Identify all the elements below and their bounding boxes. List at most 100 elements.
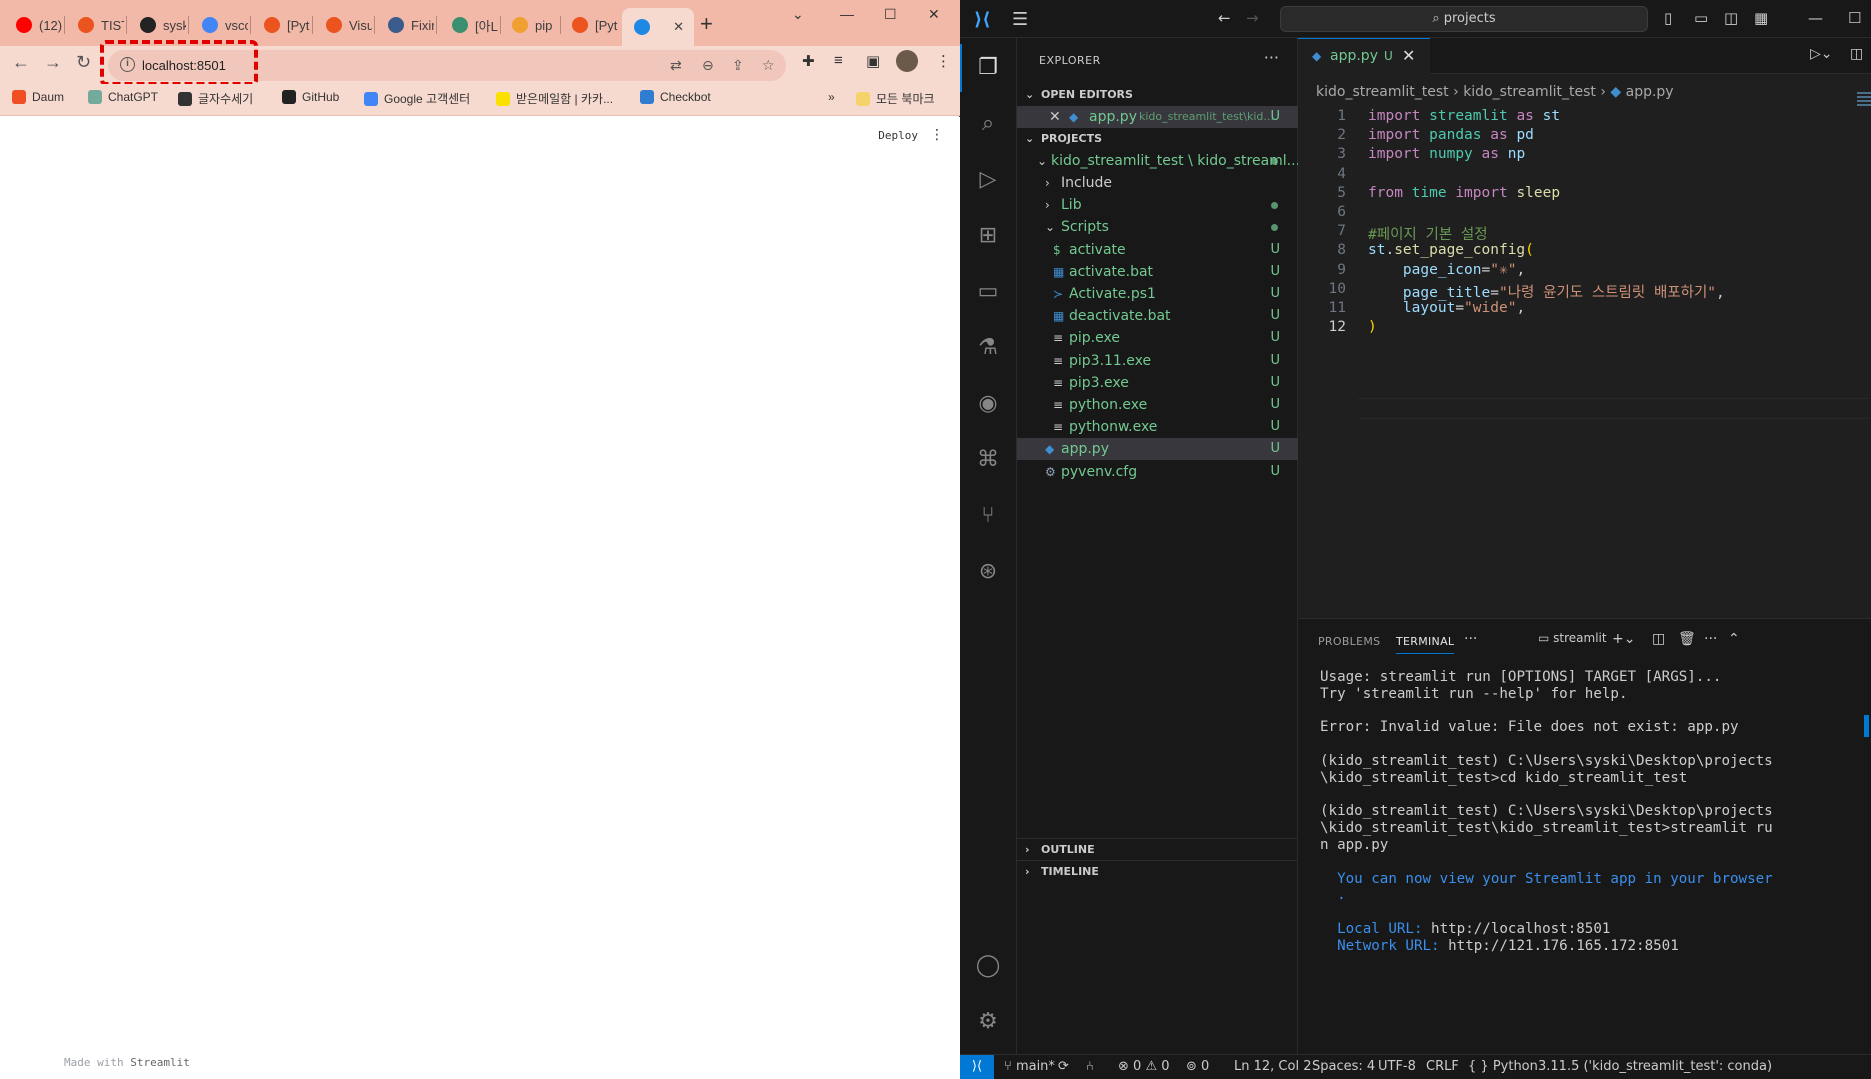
toggle-sidebar-icon[interactable]: ▯: [1664, 9, 1672, 27]
extensions-icon[interactable]: ✚: [802, 52, 815, 70]
tree-folder[interactable]: ⌄ Scripts: [1017, 216, 1298, 238]
run-debug-icon[interactable]: ▷: [974, 166, 1002, 194]
all-bookmarks-folder[interactable]: 모든 북마크: [856, 90, 935, 107]
settings-gear-icon[interactable]: ⚙: [974, 1008, 1002, 1036]
nav-forward-icon[interactable]: →: [1246, 9, 1259, 27]
code-line[interactable]: import streamlit as st: [1368, 108, 1560, 124]
media-control-icon[interactable]: ≡: [834, 52, 843, 69]
code-line[interactable]: st.set_page_config(: [1368, 242, 1534, 258]
share-icon[interactable]: ⇪: [732, 57, 744, 74]
tree-file[interactable]: ≻ Activate.ps1 U: [1017, 283, 1298, 305]
tree-file[interactable]: $ activate U: [1017, 239, 1298, 261]
source-control-icon[interactable]: ⑂: [974, 502, 1002, 530]
browser-tab[interactable]: TIST: [66, 10, 124, 40]
breadcrumb-item[interactable]: app.py: [1626, 84, 1674, 100]
project-root-folder[interactable]: ⌄ kido_streamlit_test \ kido_streaml...: [1017, 150, 1298, 172]
close-tab-icon[interactable]: ✕: [673, 19, 684, 35]
code-line[interactable]: from time import sleep: [1368, 185, 1560, 201]
toggle-panel-icon[interactable]: ▭: [1694, 9, 1708, 27]
new-terminal-icon[interactable]: +⌄: [1612, 631, 1635, 647]
made-with-streamlit-footer[interactable]: Made with Streamlit: [64, 1056, 190, 1069]
cursor-position[interactable]: Ln 12, Col 2: [1234, 1059, 1311, 1074]
minimize-icon[interactable]: —: [840, 6, 854, 22]
tab-problems[interactable]: PROBLEMS: [1318, 635, 1380, 648]
sync-icon[interactable]: ⟳: [1058, 1059, 1069, 1074]
branch-indicator[interactable]: ⑂ main*: [1004, 1059, 1055, 1074]
indentation[interactable]: Spaces: 4: [1312, 1059, 1375, 1074]
browser-tab[interactable]: [아L: [440, 10, 498, 40]
tree-file[interactable]: ≡ pythonw.exe U: [1017, 416, 1298, 438]
tab-terminal[interactable]: TERMINAL: [1396, 635, 1455, 654]
split-terminal-icon[interactable]: ◫: [1652, 631, 1665, 647]
maximize-icon[interactable]: ☐: [884, 6, 897, 23]
code-line[interactable]: page_icon="✳",: [1368, 262, 1525, 278]
command-center-search[interactable]: ⌕ projects: [1280, 6, 1648, 32]
end-of-line[interactable]: CRLF: [1426, 1059, 1459, 1074]
more-actions-icon[interactable]: ···: [1464, 631, 1477, 647]
testing-flask-icon[interactable]: ⚗: [974, 334, 1002, 362]
nav-back-icon[interactable]: ←: [1218, 9, 1231, 27]
zoom-icon[interactable]: ⊖: [702, 57, 714, 74]
bookmark-item[interactable]: Daum: [12, 90, 64, 104]
chevron-down-icon[interactable]: ⌄: [792, 6, 804, 23]
deploy-button[interactable]: Deploy: [878, 129, 918, 142]
tree-folder[interactable]: › Lib: [1017, 194, 1298, 216]
bookmark-item[interactable]: ChatGPT: [88, 90, 158, 104]
profile-avatar[interactable]: [896, 50, 918, 72]
browser-tab[interactable]: sysk: [128, 10, 186, 40]
customize-layout-icon[interactable]: ▦: [1754, 9, 1768, 27]
timeline-section[interactable]: › TIMELINE: [1017, 860, 1298, 882]
more-actions-icon[interactable]: ···: [1264, 48, 1279, 67]
tree-file[interactable]: ≡ python.exe U: [1017, 394, 1298, 416]
browser-tab[interactable]: [Pyt: [560, 10, 618, 40]
close-icon[interactable]: ✕: [1049, 106, 1061, 128]
git-graph-icon[interactable]: ⑃: [1086, 1059, 1094, 1074]
language-mode[interactable]: { } Python: [1468, 1059, 1538, 1074]
browser-menu-icon[interactable]: ⋮: [936, 52, 951, 70]
tree-folder[interactable]: › Include: [1017, 172, 1298, 194]
search-icon[interactable]: ⌕: [974, 110, 1002, 138]
minimap[interactable]: [1857, 90, 1871, 110]
explorer-icon[interactable]: ❐: [974, 54, 1002, 82]
tree-file[interactable]: ≡ pip3.exe U: [1017, 372, 1298, 394]
side-panel-icon[interactable]: ▣: [866, 52, 880, 70]
reload-icon[interactable]: ↻: [76, 52, 91, 73]
forward-arrow-icon[interactable]: →: [44, 52, 62, 73]
split-editor-icon[interactable]: ◫: [1850, 46, 1863, 62]
browser-tab[interactable]: ✕: [622, 8, 694, 46]
bookmark-item[interactable]: Google 고객센터: [364, 90, 470, 107]
browser-tab[interactable]: vscc: [190, 10, 248, 40]
toggle-secondary-sidebar-icon[interactable]: ◫: [1724, 9, 1738, 27]
bookmark-item[interactable]: GitHub: [282, 90, 339, 104]
tree-file[interactable]: ◆ app.py U: [1017, 438, 1298, 461]
run-python-icon[interactable]: ▷⌄: [1810, 46, 1833, 62]
new-tab-button[interactable]: +: [700, 13, 713, 35]
maximize-panel-icon[interactable]: ⌃: [1728, 631, 1740, 647]
close-tab-icon[interactable]: ✕: [1402, 39, 1415, 73]
editor-tab-app-py[interactable]: ◆ app.py U ✕: [1298, 38, 1430, 74]
python-icon[interactable]: ⌘: [974, 446, 1002, 474]
open-editor-item[interactable]: ✕ ◆ app.py kido_streamlit_test\kid... U: [1017, 106, 1298, 128]
tree-file[interactable]: ≡ pip.exe U: [1017, 327, 1298, 349]
hamburger-menu-icon[interactable]: ☰: [1012, 9, 1028, 30]
encoding[interactable]: UTF-8: [1378, 1059, 1416, 1074]
browser-tab[interactable]: pip: [500, 10, 558, 40]
remote-indicator-icon[interactable]: ⟩⟨: [960, 1055, 994, 1079]
ports-indicator[interactable]: ⊚ 0: [1186, 1059, 1209, 1074]
code-line[interactable]: layout="wide",: [1368, 300, 1525, 316]
maximize-icon[interactable]: ☐: [1848, 9, 1861, 27]
back-arrow-icon[interactable]: ←: [12, 52, 30, 73]
python-interpreter[interactable]: 3.11.5 ('kido_streamlit_test': conda): [1538, 1059, 1772, 1074]
more-actions-icon[interactable]: ···: [1704, 631, 1717, 647]
terminal-scrollbar[interactable]: [1864, 715, 1869, 737]
browser-tab[interactable]: [Pyt: [252, 10, 310, 40]
code-line[interactable]: #페이지 기본 설정: [1368, 223, 1488, 244]
bookmark-item[interactable]: 받은메일함 | 카카...: [496, 90, 613, 107]
account-icon[interactable]: ◯: [974, 952, 1002, 980]
breadcrumb-item[interactable]: kido_streamlit_test: [1316, 84, 1449, 100]
browser-tab[interactable]: Fixin: [376, 10, 434, 40]
git-history-icon[interactable]: ⊛: [974, 558, 1002, 586]
bookmarks-overflow[interactable]: »: [828, 90, 835, 104]
code-line[interactable]: import pandas as pd: [1368, 127, 1534, 143]
browser-tab[interactable]: Visu: [314, 10, 372, 40]
